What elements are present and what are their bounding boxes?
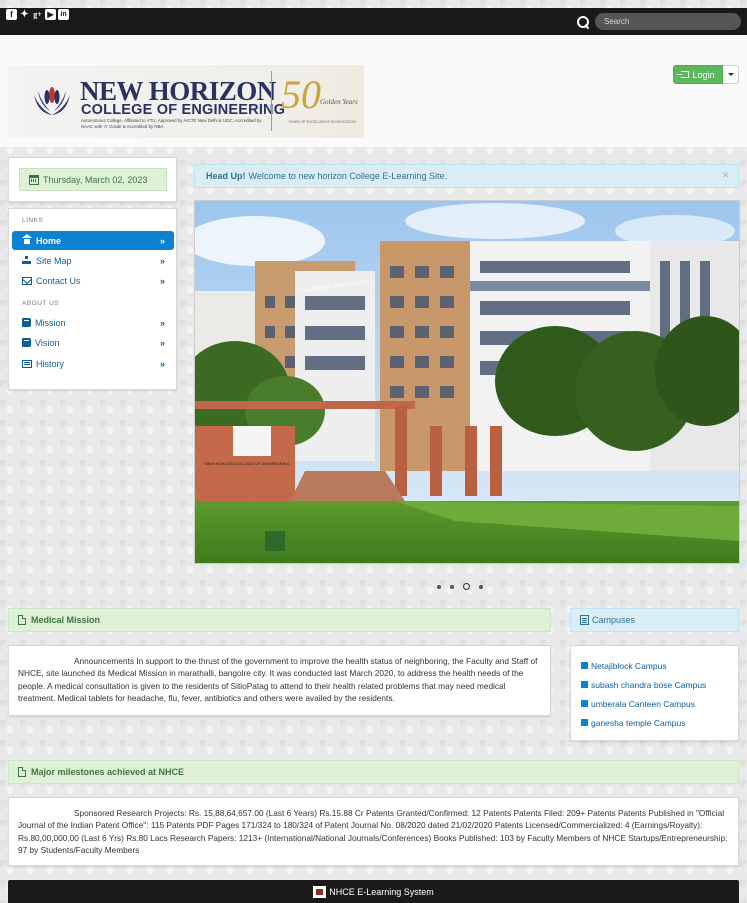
- book-icon: [22, 318, 31, 327]
- nav-label: Home: [36, 235, 62, 246]
- campuses-panel: Netajiblock Campus subash chandra bose C…: [570, 645, 739, 741]
- campuses-header: Campuses: [570, 608, 739, 632]
- login-group: Login: [673, 65, 739, 84]
- sidebar-nav: LINKS Home » Site Map » Contact Us » ABO…: [8, 208, 177, 390]
- carousel-dot[interactable]: [479, 584, 483, 589]
- image-carousel[interactable]: CHHATRAPATI SHIVAJI BLOCK NEW HORIZON CO…: [194, 200, 740, 564]
- youtube-icon[interactable]: ▶: [45, 9, 56, 20]
- campus-building-image: CHHATRAPATI SHIVAJI BLOCK NEW HORIZON CO…: [195, 201, 739, 563]
- book-icon: [22, 338, 31, 347]
- nav-label: History: [36, 358, 65, 369]
- chevron-right-icon: »: [159, 318, 165, 328]
- chevron-right-icon: »: [159, 338, 165, 348]
- nav-item-contact-us[interactable]: Contact Us »: [12, 271, 174, 290]
- login-label: Login: [692, 69, 715, 80]
- campus-link[interactable]: umberala Canteen Campus: [581, 694, 738, 713]
- list-alt-icon: [580, 615, 589, 625]
- search-input[interactable]: [595, 13, 741, 30]
- login-dropdown-toggle[interactable]: [723, 65, 739, 84]
- search-box: [576, 13, 741, 30]
- chevron-right-icon: »: [159, 359, 165, 369]
- footer: NHCE E-Learning System: [8, 880, 739, 903]
- header: NEW HORIZON COLLEGE OF ENGINEERING Auton…: [0, 35, 747, 147]
- college-logo[interactable]: NEW HORIZON COLLEGE OF ENGINEERING Auton…: [8, 65, 364, 138]
- links-header: LINKS: [22, 217, 44, 224]
- login-button[interactable]: Login: [673, 65, 723, 84]
- list-icon: [22, 359, 32, 368]
- medical-mission-body: Announcements In support to the thrust o…: [8, 645, 551, 716]
- nav-item-history[interactable]: History »: [12, 354, 174, 373]
- facebook-icon[interactable]: f: [6, 9, 17, 20]
- sign-in-icon: [677, 71, 690, 78]
- chevron-right-icon: »: [159, 256, 165, 266]
- nav-label: Vision: [35, 337, 60, 348]
- calendar-icon: [29, 174, 39, 185]
- campus-link[interactable]: Netajiblock Campus: [581, 656, 738, 675]
- medical-mission-header: Medical Mission: [8, 608, 551, 632]
- nav-label: Site Map: [36, 255, 72, 266]
- close-icon[interactable]: ×: [722, 168, 729, 182]
- document-icon: [18, 615, 26, 625]
- anniversary-text: Golden Years: [320, 98, 358, 106]
- medical-mission-text: Announcements In support to the thrust o…: [18, 656, 538, 703]
- carousel-dot-active[interactable]: [463, 583, 470, 590]
- search-icon[interactable]: [576, 15, 590, 29]
- medical-mission-title: Medical Mission: [31, 615, 101, 625]
- campuses-title: Campuses: [592, 615, 636, 625]
- chevron-right-icon: »: [159, 236, 165, 246]
- linkedin-icon[interactable]: in: [58, 9, 69, 20]
- campus-link[interactable]: subash chandra bose Campus: [581, 675, 738, 694]
- campus-link[interactable]: ganesha temple Campus: [581, 713, 738, 732]
- milestones-title: Major milestones achieved at NHCE: [31, 767, 185, 777]
- welcome-alert: Head Up! Welcome to new horizon College …: [194, 164, 739, 188]
- google-plus-icon[interactable]: g+: [32, 9, 43, 20]
- anniversary-number: 50: [281, 72, 321, 117]
- milestones-body: Sponsored Research Projects: Rs. 15,88,6…: [8, 797, 739, 866]
- date-text: Thursday, March 02, 2023: [43, 174, 148, 185]
- date-panel: Thursday, March 02, 2023: [8, 157, 177, 202]
- document-icon: [18, 767, 26, 777]
- twitter-icon[interactable]: ✦: [19, 9, 30, 20]
- carousel-dot[interactable]: [450, 584, 454, 589]
- carousel-dot[interactable]: [437, 584, 441, 589]
- chevron-right-icon: »: [159, 276, 165, 286]
- logo-subtitle: COLLEGE OF ENGINEERING: [81, 102, 286, 118]
- alert-text: Welcome to new horizon College E-Learnin…: [248, 171, 447, 181]
- social-links: f ✦ g+ ▶ in: [6, 9, 69, 20]
- logo-title: NEW HORIZON: [80, 76, 276, 106]
- milestones-header: Major milestones achieved at NHCE: [8, 760, 739, 784]
- nav-label: Mission: [35, 317, 66, 328]
- anniversary-sub: YEARS OF EXCELLENCE IN EDUCATION: [288, 120, 356, 124]
- logo-tagline: Autonomous College, Affiliated to VTU, A…: [81, 118, 262, 129]
- home-icon: [22, 234, 32, 245]
- nav-label: Contact Us: [36, 275, 81, 286]
- nav-item-site-map[interactable]: Site Map »: [12, 251, 174, 270]
- alert-strong: Head Up!: [206, 171, 246, 181]
- nav-item-mission[interactable]: Mission »: [12, 313, 174, 332]
- envelope-icon: [22, 276, 32, 285]
- footer-text: NHCE E-Learning System: [329, 886, 434, 897]
- current-date: Thursday, March 02, 2023: [19, 168, 167, 191]
- nav-item-home[interactable]: Home »: [12, 231, 174, 250]
- milestones-text: Sponsored Research Projects: Rs. 15,88,6…: [18, 808, 728, 855]
- carousel-indicators: [437, 583, 483, 590]
- sitemap-icon: [22, 256, 32, 265]
- wall-sign: NEW HORIZON COLLEGE OF ENGINEERING: [205, 461, 290, 466]
- nhce-logo-icon: [313, 885, 327, 898]
- top-bar: f ✦ g+ ▶ in: [0, 8, 747, 35]
- logo-divider: [271, 71, 272, 131]
- campus-list: Netajiblock Campus subash chandra bose C…: [571, 646, 738, 732]
- nav-item-vision[interactable]: Vision »: [12, 333, 174, 352]
- college-emblem-icon: [34, 87, 70, 115]
- about-header: ABOUT US: [22, 300, 60, 307]
